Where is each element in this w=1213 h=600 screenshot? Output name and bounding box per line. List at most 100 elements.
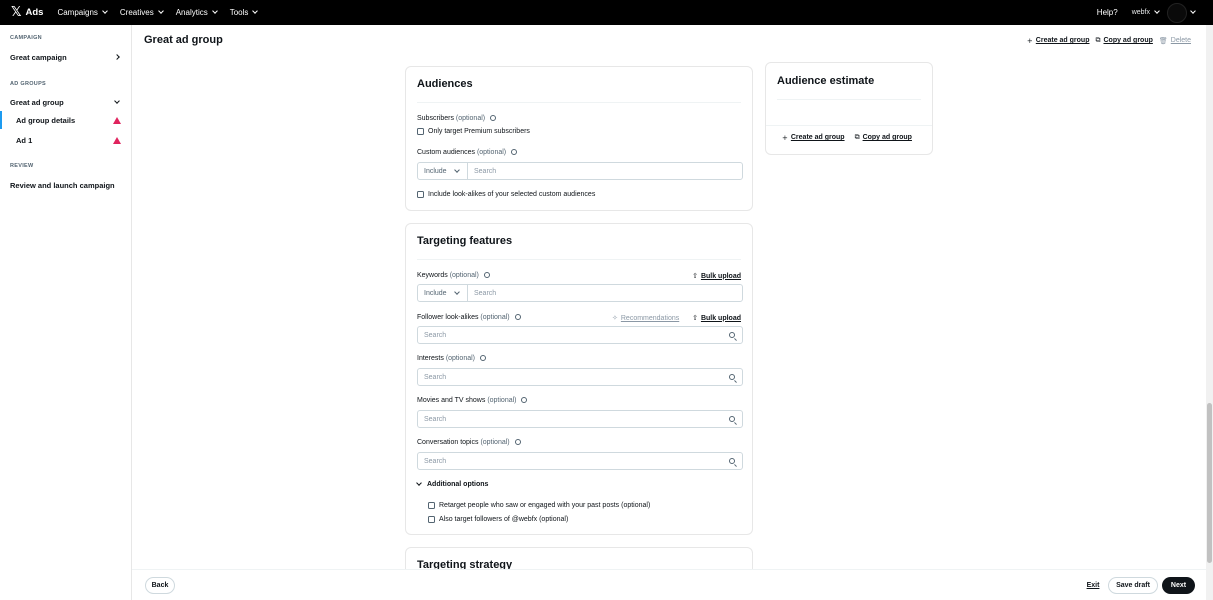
divider [417,259,741,260]
lookalikes-checkbox[interactable] [417,191,424,198]
menu-analytics[interactable]: Analytics [176,8,218,17]
footer-bar: Back Exit Save draft Next [132,569,1213,600]
retarget-checkbox-row[interactable]: Retarget people who saw or engaged with … [428,502,650,509]
chevron-down-icon [453,288,460,295]
audience-estimate-card: Audience estimate + Create ad group ⧉ Copy… [765,62,933,155]
premium-checkbox-row[interactable]: Only target Premium subscribers [417,128,530,135]
include-select[interactable]: Include [418,163,468,179]
trash-icon: 🗑 [1158,36,1168,45]
top-navbar: 𝕏 Ads Campaigns Creatives Analytics Tool… [0,0,1213,25]
header-actions: + Create ad group ⧉ Copy ad group 🗑 Delete [1021,36,1191,45]
followers-of-checkbox[interactable] [428,516,435,523]
interests-input[interactable]: Search [417,368,743,386]
menu-tools[interactable]: Tools [230,8,259,17]
sparkle-icon: ✧ [612,314,618,322]
info-icon[interactable] [479,355,486,361]
chevron-down-icon [416,480,422,486]
chevron-right-icon [114,54,120,60]
info-icon[interactable] [490,115,497,121]
warning-icon [113,136,121,144]
divider [766,125,932,126]
search-placeholder: Search [474,289,497,297]
audiences-card: Audiences Subscribers (optional) Only ta… [405,66,753,211]
copy-ad-group-button[interactable]: ⧉ Copy ad group [855,133,912,142]
menu-campaigns[interactable]: Campaigns [57,8,108,17]
sidebar: CAMPAIGN Great campaign AD GROUPS Great … [0,25,132,600]
chevron-down-icon [157,8,164,14]
include-select[interactable]: Include [418,285,468,301]
keywords-bulk-upload[interactable]: ⇧ Bulk upload [692,272,741,280]
movies-tv-label: Movies and TV shows (optional) [417,397,528,404]
exit-button[interactable]: Exit [1084,577,1102,594]
conversation-topics-label: Conversation topics (optional) [417,439,521,446]
save-draft-button[interactable]: Save draft [1108,577,1158,594]
sidebar-item-review[interactable]: Review and launch campaign [0,176,131,194]
help-link[interactable]: Help? [1097,8,1118,17]
create-ad-group-button[interactable]: + Create ad group [782,133,845,142]
info-icon[interactable] [514,314,521,320]
create-ad-group-button[interactable]: + Create ad group [1027,37,1090,45]
conversation-topics-input[interactable]: Search [417,452,743,470]
search-icon [729,332,735,338]
upload-icon: ⇧ [692,272,698,280]
chevron-down-icon [1154,8,1160,14]
movies-tv-input[interactable]: Search [417,410,743,428]
search-placeholder: Search [424,457,447,465]
info-icon[interactable] [483,272,490,278]
divider [777,99,921,100]
ads-logo[interactable]: 𝕏 Ads [11,6,43,19]
upload-icon: ⇧ [692,314,698,322]
keywords-input[interactable]: Include Search [417,284,743,302]
plus-icon: + [1026,36,1033,45]
audience-estimate-title: Audience estimate [777,75,875,87]
sidebar-item-campaign[interactable]: Great campaign [0,48,131,66]
subscribers-label: Subscribers (optional) [417,115,497,122]
section-campaign: CAMPAIGN [10,35,42,41]
warning-icon [113,116,121,124]
interests-label: Interests (optional) [417,355,486,362]
premium-checkbox[interactable] [417,128,424,135]
audiences-title: Audiences [417,78,473,90]
info-icon[interactable] [521,397,528,403]
section-ad-groups: AD GROUPS [10,81,47,87]
recommendations-link[interactable]: ✧ Recommendations [612,314,679,322]
menu-creatives[interactable]: Creatives [120,8,164,17]
brand-name: Ads [25,7,44,18]
copy-ad-group-button[interactable]: ⧉ Copy ad group [1095,36,1152,45]
follower-lookalikes-input[interactable]: Search [417,326,743,344]
follower-bulk-upload[interactable]: ⇧ Bulk upload [692,314,741,322]
additional-options-toggle[interactable]: Additional options [416,480,488,488]
plus-icon: + [782,133,788,142]
back-button[interactable]: Back [145,577,175,594]
scrollbar[interactable] [1206,25,1213,600]
account-name: webfx [1131,9,1150,16]
search-placeholder: Search [424,373,447,381]
chevron-down-icon [102,8,108,14]
lookalikes-checkbox-row[interactable]: Include look-alikes of your selected cus… [417,191,595,198]
info-icon[interactable] [511,149,518,155]
sidebar-item-ad-group[interactable]: Great ad group [0,93,131,111]
search-placeholder: Search [424,415,447,423]
followers-of-checkbox-row[interactable]: Also target followers of @webfx (optiona… [428,516,568,523]
retarget-checkbox[interactable] [428,502,435,509]
custom-audiences-label: Custom audiences (optional) [417,149,518,156]
info-icon[interactable] [514,439,521,445]
top-menu: Campaigns Creatives Analytics Tools [57,8,270,17]
sidebar-item-ad-1[interactable]: Ad 1 [0,131,131,149]
search-icon [729,416,735,422]
page-title: Great ad group [144,34,223,46]
chevron-down-icon [252,8,259,14]
next-button[interactable]: Next [1162,577,1195,594]
search-icon [729,458,735,464]
account-switcher[interactable]: webfx [1131,2,1203,23]
scrollbar-thumb[interactable] [1207,403,1212,563]
divider [417,102,741,103]
search-placeholder: Search [424,331,447,339]
custom-audiences-input[interactable]: Include Search [417,162,743,180]
sidebar-item-ad-group-details[interactable]: Ad group details [0,111,131,129]
x-logo-icon: 𝕏 [11,5,22,20]
targeting-title: Targeting features [417,235,513,247]
copy-icon: ⧉ [1095,36,1101,44]
delete-button[interactable]: 🗑 Delete [1159,37,1191,45]
section-review: REVIEW [10,163,34,169]
